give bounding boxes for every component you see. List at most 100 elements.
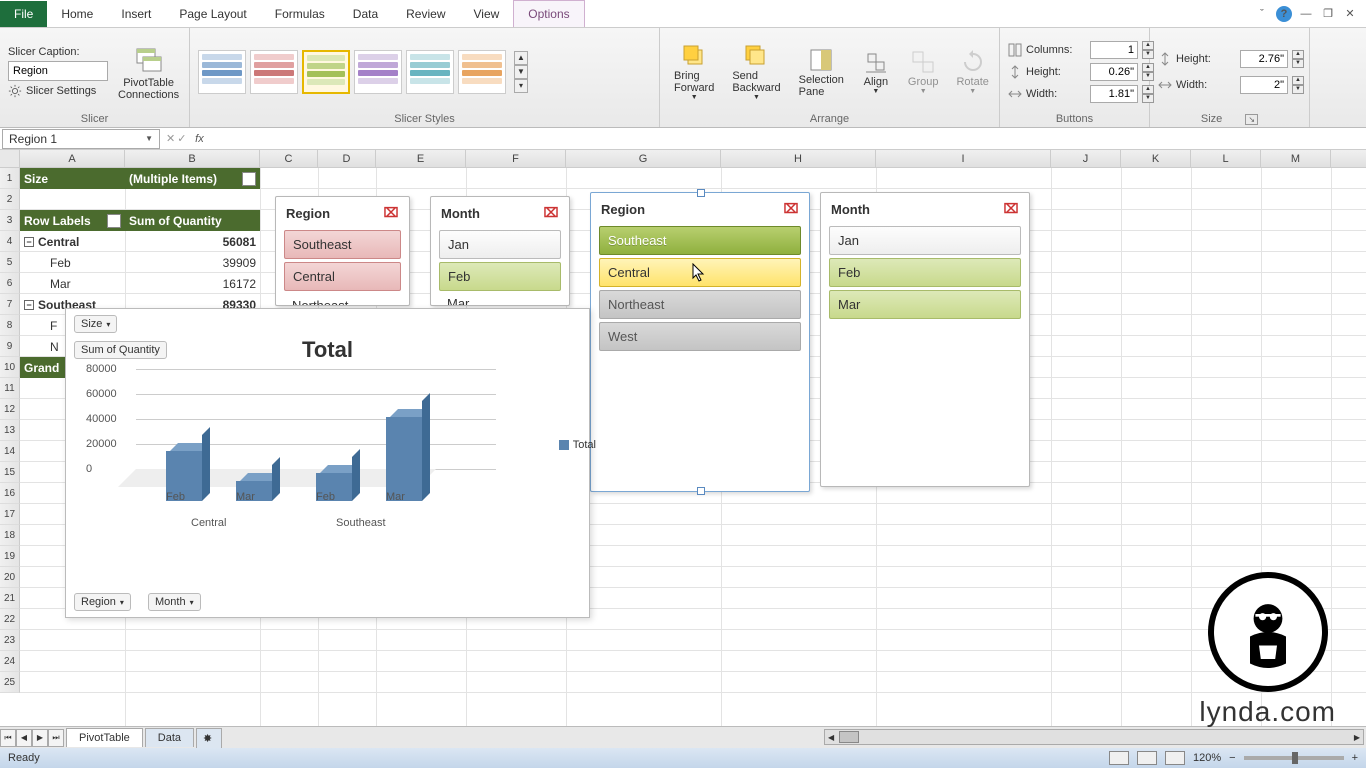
col-header[interactable]: J: [1051, 150, 1121, 167]
columns-input[interactable]: [1090, 41, 1138, 59]
tab-options[interactable]: Options: [513, 0, 584, 27]
slicer-month-right[interactable]: Month⌧ Jan Feb Mar: [820, 192, 1030, 487]
row-header[interactable]: 9: [0, 336, 20, 357]
spin-down-icon[interactable]: ▼: [1292, 59, 1304, 68]
view-normal-icon[interactable]: [1109, 751, 1129, 765]
style-swatch-red[interactable]: [250, 50, 298, 94]
collapse-icon[interactable]: −: [24, 237, 34, 247]
tab-view[interactable]: View: [460, 1, 514, 27]
slicer-item[interactable]: Jan: [829, 226, 1021, 255]
row-header[interactable]: 12: [0, 399, 20, 420]
align-button[interactable]: Align▼: [856, 48, 896, 95]
gallery-down-icon[interactable]: ▼: [514, 65, 528, 79]
col-header[interactable]: F: [466, 150, 566, 167]
grid-area[interactable]: Size (Multiple Items)▼ Row Labels▼ Sum o…: [20, 168, 1366, 726]
col-header[interactable]: C: [260, 150, 318, 167]
slicer-item[interactable]: Mar: [439, 294, 561, 306]
spin-up-icon[interactable]: ▲: [1292, 50, 1304, 59]
sheet-tab-pivottable[interactable]: PivotTable: [66, 728, 143, 747]
zoom-level[interactable]: 120%: [1193, 752, 1221, 764]
pivot-size-filter[interactable]: (Multiple Items)▼: [125, 168, 260, 189]
row-header[interactable]: 6: [0, 273, 20, 294]
scrollbar-thumb[interactable]: [839, 731, 859, 743]
row-header[interactable]: 3: [0, 210, 20, 231]
view-page-break-icon[interactable]: [1165, 751, 1185, 765]
slicer-item[interactable]: Northeast: [284, 294, 401, 306]
slicer-item-northeast[interactable]: Northeast: [599, 290, 801, 319]
slicer-item[interactable]: Jan: [439, 230, 561, 259]
col-header[interactable]: A: [20, 150, 125, 167]
zoom-slider-knob[interactable]: [1292, 752, 1298, 764]
row-header[interactable]: 13: [0, 420, 20, 441]
selection-pane-button[interactable]: Selection Pane: [793, 46, 850, 98]
col-header[interactable]: L: [1191, 150, 1261, 167]
row-header[interactable]: 20: [0, 567, 20, 588]
col-header[interactable]: G: [566, 150, 721, 167]
slicer-item[interactable]: Feb: [829, 258, 1021, 287]
tab-insert[interactable]: Insert: [107, 1, 165, 27]
row-header[interactable]: 7: [0, 294, 20, 315]
view-page-layout-icon[interactable]: [1137, 751, 1157, 765]
send-backward-button[interactable]: Send Backward▼: [726, 42, 786, 101]
col-header[interactable]: I: [876, 150, 1051, 167]
sheet-nav-first-icon[interactable]: ⏮: [0, 729, 16, 747]
slicer-settings-button[interactable]: Slicer Settings: [8, 84, 108, 98]
row-header[interactable]: 1: [0, 168, 20, 189]
window-close-icon[interactable]: ✕: [1342, 6, 1358, 22]
dialog-launcher-icon[interactable]: ↘: [1245, 114, 1258, 125]
row-header[interactable]: 16: [0, 483, 20, 504]
slicer-style-gallery[interactable]: ▲ ▼ ▾: [198, 32, 651, 111]
gallery-more-icon[interactable]: ▾: [514, 79, 528, 93]
clear-filter-icon[interactable]: ⌧: [543, 205, 559, 221]
row-header[interactable]: 22: [0, 609, 20, 630]
btn-width-input[interactable]: [1090, 85, 1138, 103]
slicer-item[interactable]: Central: [284, 262, 401, 291]
collapse-icon[interactable]: −: [24, 300, 34, 310]
chart-axis-region-pill[interactable]: Region▾: [74, 593, 131, 611]
row-header[interactable]: 17: [0, 504, 20, 525]
col-header[interactable]: H: [721, 150, 876, 167]
tab-file[interactable]: File: [0, 1, 47, 27]
slicer-region-pink[interactable]: Region⌧ Southeast Central Northeast: [275, 196, 410, 306]
row-header[interactable]: 5: [0, 252, 20, 273]
slicer-item-southeast[interactable]: Southeast: [599, 226, 801, 255]
chart-axis-month-pill[interactable]: Month▾: [148, 593, 201, 611]
horizontal-scrollbar[interactable]: ◀▶: [824, 729, 1364, 745]
row-headers[interactable]: 1234567891011121314151617181920212223242…: [0, 168, 20, 693]
column-headers[interactable]: ABCDEFGHIJKLM: [20, 150, 1366, 168]
row-header[interactable]: 21: [0, 588, 20, 609]
style-swatch-orange[interactable]: [458, 50, 506, 94]
col-header[interactable]: B: [125, 150, 260, 167]
pivottable-connections-button[interactable]: PivotTable Connections: [114, 41, 183, 103]
row-header[interactable]: 25: [0, 672, 20, 693]
fx-icon[interactable]: fx: [190, 133, 208, 145]
clear-filter-icon[interactable]: ⌧: [1003, 201, 1019, 217]
row-header[interactable]: 18: [0, 525, 20, 546]
slicer-item[interactable]: Southeast: [284, 230, 401, 259]
name-box[interactable]: Region 1▼: [2, 129, 160, 149]
row-header[interactable]: 4: [0, 231, 20, 252]
size-height-input[interactable]: [1240, 50, 1288, 68]
style-swatch-teal[interactable]: [406, 50, 454, 94]
zoom-in-icon[interactable]: +: [1352, 752, 1358, 764]
filter-dropdown-icon[interactable]: ▼: [242, 172, 256, 186]
window-restore-icon[interactable]: ❐: [1320, 6, 1336, 22]
sheet-nav-prev-icon[interactable]: ◀: [16, 729, 32, 747]
slicer-region-selected[interactable]: Region⌧ Southeast Central Northeast West: [590, 192, 810, 492]
gallery-up-icon[interactable]: ▲: [514, 51, 528, 65]
slicer-item[interactable]: Mar: [829, 290, 1021, 319]
slicer-caption-input[interactable]: [8, 61, 108, 81]
row-header[interactable]: 19: [0, 546, 20, 567]
new-sheet-button[interactable]: ✸: [196, 728, 222, 748]
sheet-nav-next-icon[interactable]: ▶: [32, 729, 48, 747]
pivot-row-feb[interactable]: Feb: [20, 252, 125, 273]
sheet-tab-data[interactable]: Data: [145, 728, 194, 747]
row-header[interactable]: 11: [0, 378, 20, 399]
row-header[interactable]: 15: [0, 462, 20, 483]
clear-filter-icon[interactable]: ⌧: [783, 201, 799, 217]
btn-height-input[interactable]: [1090, 63, 1138, 81]
col-header[interactable]: K: [1121, 150, 1191, 167]
slicer-item-west[interactable]: West: [599, 322, 801, 351]
slicer-month-left[interactable]: Month⌧ Jan Feb Mar: [430, 196, 570, 306]
bring-forward-button[interactable]: Bring Forward▼: [668, 42, 720, 101]
